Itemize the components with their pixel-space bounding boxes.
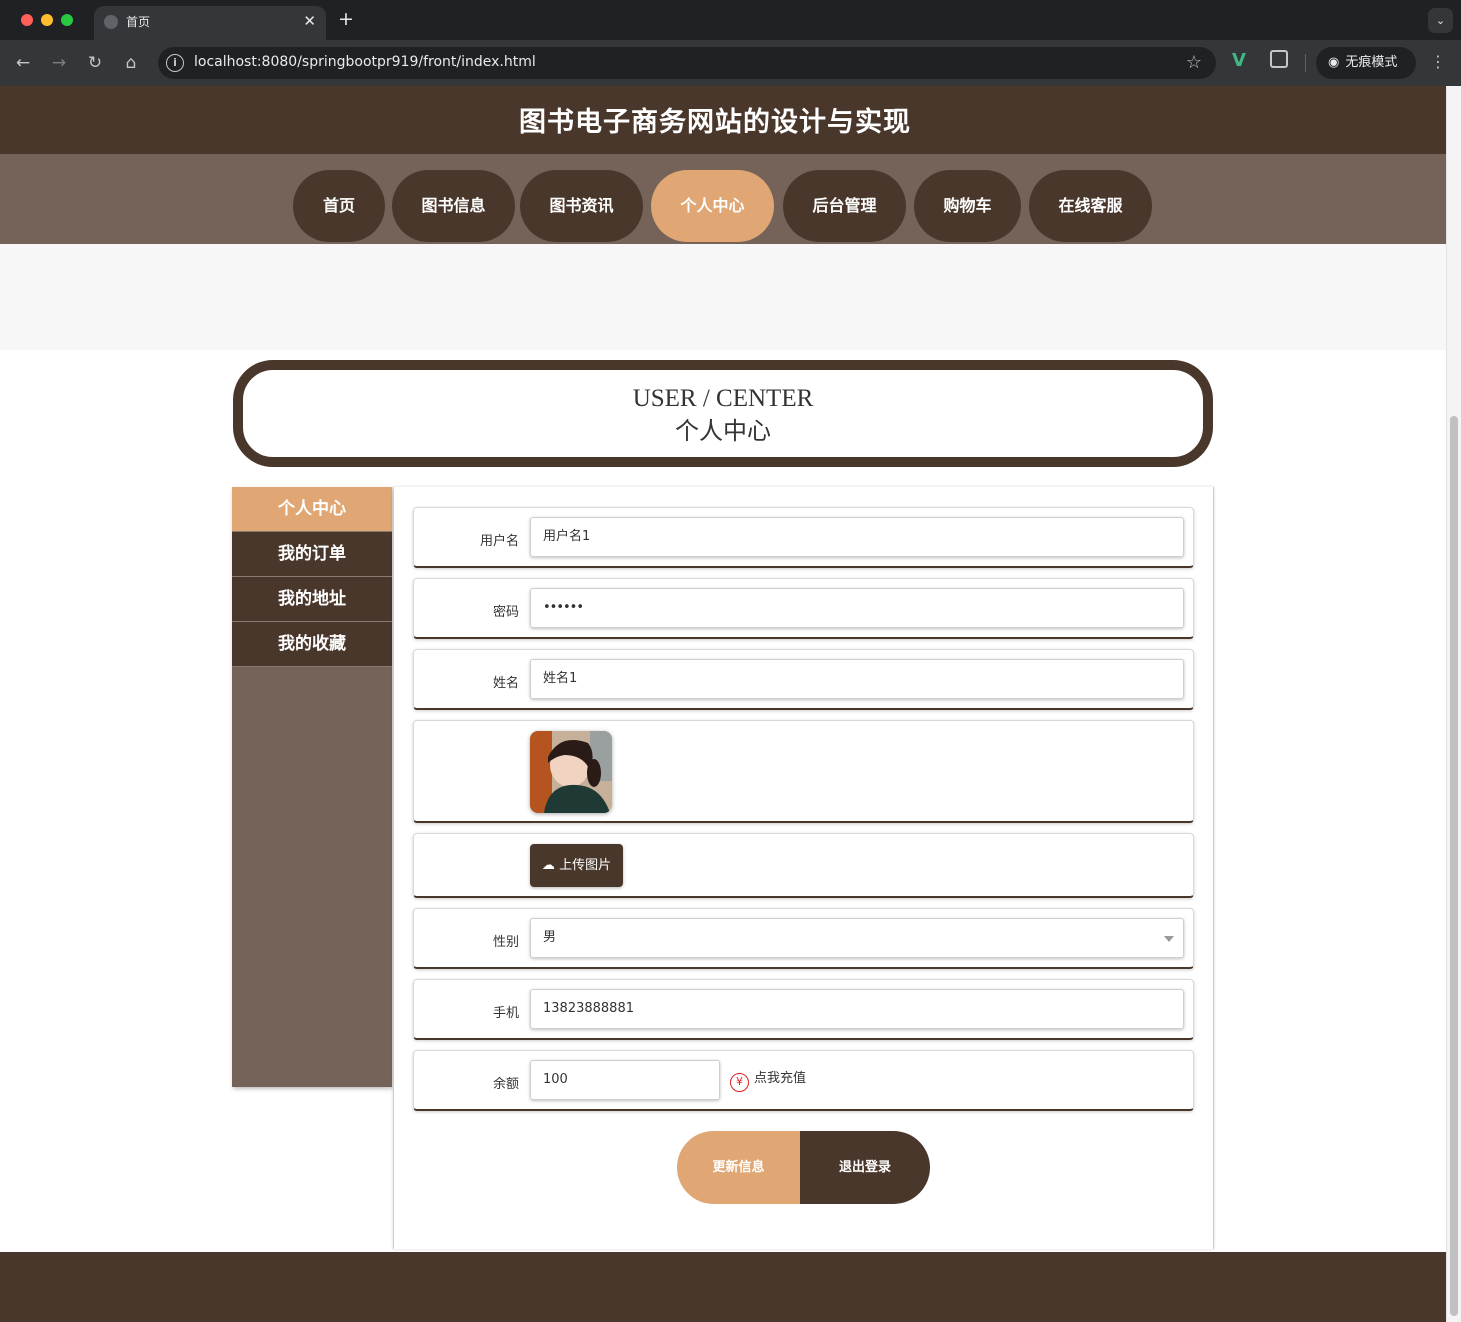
url-text[interactable]: localhost:8080/springbootpr919/front/ind… [194, 54, 536, 70]
tab-close-icon[interactable]: ✕ [303, 11, 316, 31]
incognito-icon: ◉ [1328, 55, 1340, 70]
form-row-username: 用户名 用户名1 [413, 507, 1194, 568]
browser-tab-strip: 首页 ✕ + ⌄ [0, 0, 1461, 40]
nav-item-home[interactable]: 首页 [293, 170, 385, 242]
phone-label: 手机 [492, 1006, 519, 1021]
incognito-indicator[interactable]: ◉ 无痕模式 [1316, 47, 1416, 79]
globe-icon [104, 15, 118, 29]
balance-label: 余额 [492, 1077, 519, 1092]
nav-item-user-center[interactable]: 个人中心 [651, 170, 774, 242]
sidebar-item-favorites[interactable]: 我的收藏 [232, 622, 392, 667]
dropdown-arrow-icon [1164, 936, 1174, 942]
vue-devtools-icon[interactable]: V [1232, 50, 1246, 71]
user-side-menu: 个人中心 我的订单 我的地址 我的收藏 [232, 487, 392, 1087]
nav-item-book-news[interactable]: 图书资讯 [520, 170, 643, 242]
page-scrollbar[interactable] [1446, 86, 1461, 1322]
banner-area [0, 244, 1446, 350]
site-header: 图书电子商务网站的设计与实现 [0, 86, 1446, 154]
minimize-window-icon[interactable] [41, 14, 53, 26]
address-bar[interactable]: i localhost:8080/springbootpr919/front/i… [158, 47, 1216, 79]
form-row-upload: ☁ 上传图片 [413, 833, 1194, 898]
upload-image-button[interactable]: ☁ 上传图片 [530, 844, 623, 887]
nav-item-cart[interactable]: 购物车 [914, 170, 1021, 242]
tab-title: 首页 [126, 15, 151, 29]
section-title-cn: 个人中心 [675, 417, 771, 445]
profile-form: 用户名 用户名1 密码 •••••• 姓名 姓名1 ☁ 上传图片 性别 男 手机… [393, 487, 1214, 1249]
recharge-link[interactable]: ¥ 点我充值 [730, 1069, 806, 1092]
nav-item-admin[interactable]: 后台管理 [783, 170, 906, 242]
new-tab-button[interactable]: + [338, 8, 354, 30]
form-row-phone: 手机 13823888881 [413, 979, 1194, 1040]
sidebar-item-addresses[interactable]: 我的地址 [232, 577, 392, 622]
gender-select[interactable]: 男 [530, 918, 1184, 958]
username-label: 用户名 [479, 534, 519, 549]
section-title-en: USER / CENTER [632, 385, 814, 412]
form-row-password: 密码 •••••• [413, 578, 1194, 639]
nav-item-book-info[interactable]: 图书信息 [392, 170, 515, 242]
close-window-icon[interactable] [21, 14, 33, 26]
home-icon[interactable]: ⌂ [120, 52, 142, 74]
recharge-label: 点我充值 [754, 1071, 807, 1086]
logout-button[interactable]: 退出登录 [800, 1131, 930, 1204]
username-input[interactable]: 用户名1 [530, 517, 1184, 557]
update-info-button[interactable]: 更新信息 [677, 1131, 800, 1204]
password-label: 密码 [492, 605, 519, 620]
balance-input[interactable]: 100 [530, 1060, 720, 1100]
password-input[interactable]: •••••• [530, 588, 1184, 628]
form-row-avatar [413, 720, 1194, 823]
back-arrow-icon[interactable]: ← [12, 52, 34, 74]
tab-search-chevron-icon[interactable]: ⌄ [1428, 8, 1453, 33]
name-input[interactable]: 姓名1 [530, 659, 1184, 699]
maximize-window-icon[interactable] [61, 14, 73, 26]
nav-item-customer-service[interactable]: 在线客服 [1029, 170, 1152, 242]
form-row-gender: 性别 男 [413, 908, 1194, 969]
cloud-upload-icon: ☁ [541, 858, 555, 873]
avatar-image [530, 731, 612, 813]
toolbar-divider [1305, 54, 1306, 72]
sidebar-item-orders[interactable]: 我的订单 [232, 532, 392, 577]
name-label: 姓名 [492, 676, 519, 691]
form-row-balance: 余额 100 ¥ 点我充值 [413, 1050, 1194, 1111]
incognito-label: 无痕模式 [1345, 55, 1398, 70]
browser-tab[interactable]: 首页 ✕ [94, 6, 326, 40]
phone-input[interactable]: 13823888881 [530, 989, 1184, 1029]
gender-label: 性别 [492, 935, 519, 950]
form-row-name: 姓名 姓名1 [413, 649, 1194, 710]
forward-arrow-icon[interactable]: → [48, 52, 70, 74]
sidebar-item-user-center[interactable]: 个人中心 [232, 487, 392, 532]
site-footer [0, 1252, 1446, 1322]
browser-toolbar: ← → ↻ ⌂ i localhost:8080/springbootpr919… [0, 40, 1461, 86]
extensions-puzzle-icon[interactable] [1270, 50, 1288, 68]
section-title-box: USER / CENTER 个人中心 [233, 360, 1213, 467]
site-info-icon[interactable]: i [166, 54, 184, 72]
scrollbar-thumb[interactable] [1450, 416, 1458, 1316]
more-menu-icon[interactable]: ⋮ [1430, 52, 1446, 71]
reload-icon[interactable]: ↻ [84, 52, 106, 74]
gender-selected-value: 男 [543, 930, 557, 945]
upload-button-label: 上传图片 [559, 858, 612, 873]
yuan-icon: ¥ [730, 1073, 749, 1092]
main-nav: 首页 图书信息 图书资讯 个人中心 后台管理 购物车 在线客服 [0, 154, 1446, 244]
web-page: 图书电子商务网站的设计与实现 首页 图书信息 图书资讯 个人中心 后台管理 购物… [0, 86, 1446, 1322]
bookmark-star-icon[interactable]: ☆ [1186, 52, 1202, 73]
site-title: 图书电子商务网站的设计与实现 [519, 107, 911, 138]
